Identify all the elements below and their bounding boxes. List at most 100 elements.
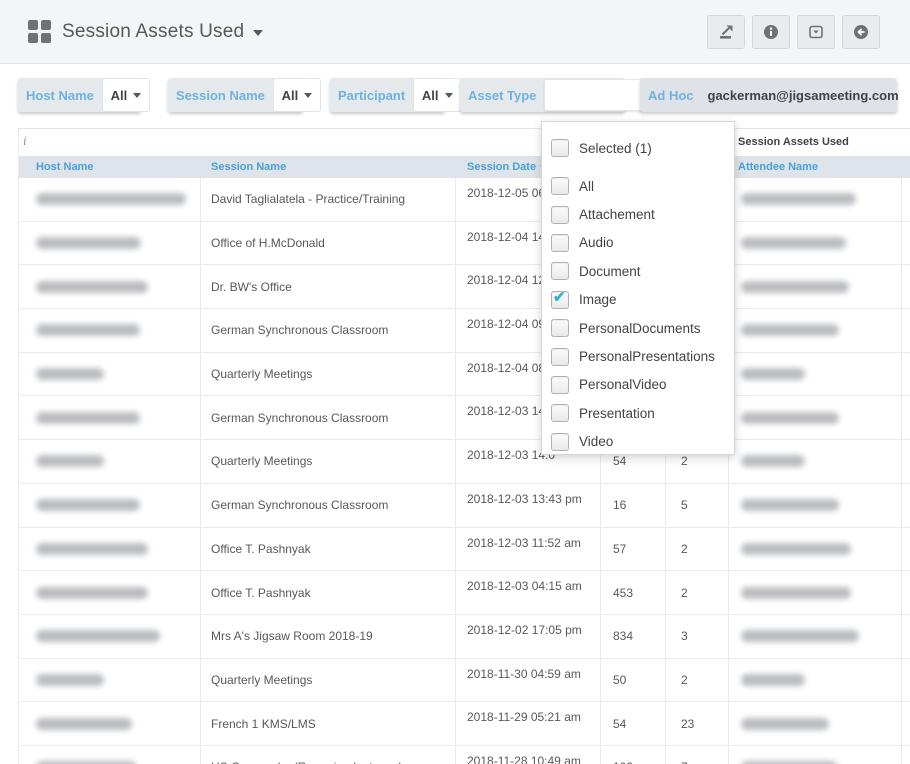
export-image-button[interactable] — [707, 15, 745, 49]
redacted-attendee-name — [741, 587, 851, 599]
checkbox-icon[interactable] — [551, 348, 569, 366]
redacted-host-name — [36, 455, 104, 467]
host-name-cell — [19, 571, 201, 614]
export-image-icon — [718, 24, 735, 40]
filter-session-name: Session Name All — [168, 78, 303, 112]
table-row[interactable]: Office T. Pashnyak 2018-12-03 11:52 am 5… — [19, 528, 910, 572]
assets-used-cell: 834 — [601, 615, 666, 658]
table-row[interactable]: David Taglialatela - Practice/Training 2… — [19, 178, 910, 222]
host-name-cell — [19, 659, 201, 702]
column-header-session-name[interactable]: Session Name — [201, 161, 456, 173]
table-row[interactable]: German Synchronous Classroom 2018-12-03 … — [19, 396, 910, 440]
checkbox-icon[interactable] — [551, 319, 569, 337]
table-row[interactable]: Quarterly Meetings 2018-11-30 04:59 am 5… — [19, 659, 910, 703]
asset-type-option-label: Presentation — [579, 406, 655, 421]
asset-type-option[interactable]: Audio — [542, 229, 734, 257]
asset-type-option[interactable]: Selected (1) — [542, 130, 734, 166]
checkbox-icon[interactable] — [551, 404, 569, 422]
checkbox-icon[interactable] — [551, 177, 569, 195]
table-row[interactable]: Dr. BW's Office 2018-12-04 12:5 — [19, 265, 910, 309]
checkbox-icon[interactable] — [551, 262, 569, 280]
table-row[interactable]: Mrs A's Jigsaw Room 2018-19 2018-12-02 1… — [19, 615, 910, 659]
redacted-host-name — [36, 237, 141, 249]
back-button[interactable] — [842, 15, 880, 49]
attendees-count-cell: 2 — [666, 528, 729, 571]
asset-type-option[interactable]: PersonalVideo — [542, 371, 734, 399]
grid-menu-icon[interactable] — [28, 20, 51, 43]
checkbox-icon[interactable] — [551, 234, 569, 252]
assets-used-cell: 103 — [601, 746, 666, 764]
table-row[interactable]: Office T. Pashnyak 2018-12-03 04:15 am 4… — [19, 571, 910, 615]
checkbox-icon[interactable] — [551, 376, 569, 394]
filter-participant-label: Participant — [330, 88, 413, 103]
host-name-cell — [19, 484, 201, 527]
table-row[interactable]: Quarterly Meetings 2018-12-04 08:0 — [19, 353, 910, 397]
asset-type-option[interactable]: All — [542, 172, 734, 200]
session-date-cell: 2018-12-03 13:43 pm — [456, 484, 601, 527]
asset-type-option[interactable]: Document — [542, 257, 734, 285]
host-name-select[interactable]: All — [102, 78, 150, 112]
table-row[interactable]: French 1 KMS/LMS 2018-11-29 05:21 am 54 … — [19, 702, 910, 746]
table-row[interactable]: HS Geography (Recurring Instance) 2018-1… — [19, 746, 910, 764]
panel-dropdown-button[interactable] — [797, 15, 835, 49]
filter-participant: Participant All — [330, 78, 445, 112]
attendee-name-cell — [729, 440, 902, 483]
asset-type-option[interactable]: Presentation — [542, 399, 734, 427]
page-title-wrap[interactable]: Session Assets Used — [62, 0, 263, 63]
assets-used-cell: 453 — [601, 571, 666, 614]
checkbox-icon[interactable] — [551, 433, 569, 451]
table-row[interactable]: Quarterly Meetings 2018-12-03 14:0 54 2 — [19, 440, 910, 484]
asset-type-option[interactable]: PersonalDocuments — [542, 314, 734, 342]
caret-down-icon — [133, 93, 141, 98]
attendee-name-cell — [729, 571, 902, 614]
redacted-attendee-name — [741, 543, 851, 555]
session-date-cell: 2018-11-30 04:59 am — [456, 659, 601, 702]
grid-info-icon[interactable]: i — [23, 133, 27, 149]
asset-type-input[interactable] — [544, 79, 644, 111]
table-row[interactable]: German Synchronous Classroom 2018-12-04 … — [19, 309, 910, 353]
box-caret-icon — [808, 24, 824, 40]
column-header-host-name[interactable]: Host Name — [19, 161, 201, 173]
grid-group-caption: Session Assets Used — [738, 136, 849, 148]
redacted-host-name — [36, 324, 140, 336]
assets-used-cell: 57 — [601, 528, 666, 571]
host-name-selected-value: All — [111, 88, 128, 103]
asset-type-option[interactable]: Video — [542, 428, 734, 455]
participant-select[interactable]: All — [413, 78, 461, 112]
asset-type-option[interactable]: PersonalPresentations — [542, 342, 734, 370]
filter-host-name: Host Name All — [18, 78, 141, 112]
attendee-name-cell — [729, 702, 902, 745]
attendee-name-cell — [729, 615, 902, 658]
ad-hoc-user-email: gackerman@jigsameeting.com — [708, 88, 899, 103]
info-icon — [763, 24, 779, 40]
assets-used-cell: 16 — [601, 484, 666, 527]
checkbox-icon[interactable] — [551, 291, 569, 309]
redacted-host-name — [36, 543, 148, 555]
host-name-cell — [19, 702, 201, 745]
host-name-cell — [19, 528, 201, 571]
attendees-count-cell: 2 — [666, 571, 729, 614]
asset-type-option-label: Selected (1) — [579, 141, 652, 156]
filter-ad-hoc: Ad Hoc gackerman@jigsameeting.com — [640, 78, 897, 112]
session-date-cell: 2018-11-28 10:49 am — [456, 746, 601, 764]
column-header-attendee-name[interactable]: Attendee Name — [729, 161, 902, 173]
session-name-cell: Dr. BW's Office — [201, 265, 456, 308]
table-row[interactable]: German Synchronous Classroom 2018-12-03 … — [19, 484, 910, 528]
filter-asset-type: Asset Type — [460, 78, 625, 112]
filter-asset-type-label: Asset Type — [460, 88, 544, 103]
asset-type-option[interactable]: Image — [542, 286, 734, 314]
host-name-cell — [19, 222, 201, 265]
info-button[interactable] — [752, 15, 790, 49]
checkbox-icon[interactable] — [551, 139, 569, 157]
table-row[interactable]: Office of H.McDonald 2018-12-04 14:5 — [19, 222, 910, 266]
checkbox-icon[interactable] — [551, 206, 569, 224]
redacted-attendee-name — [741, 630, 859, 642]
redacted-host-name — [36, 193, 186, 205]
app-window: Session Assets Used — [0, 0, 910, 764]
filter-ad-hoc-label: Ad Hoc — [640, 88, 702, 103]
session-name-select[interactable]: All — [273, 78, 321, 112]
session-name-cell: German Synchronous Classroom — [201, 484, 456, 527]
session-name-cell: Quarterly Meetings — [201, 659, 456, 702]
attendees-count-cell: 5 — [666, 484, 729, 527]
asset-type-option[interactable]: Attachement — [542, 200, 734, 228]
